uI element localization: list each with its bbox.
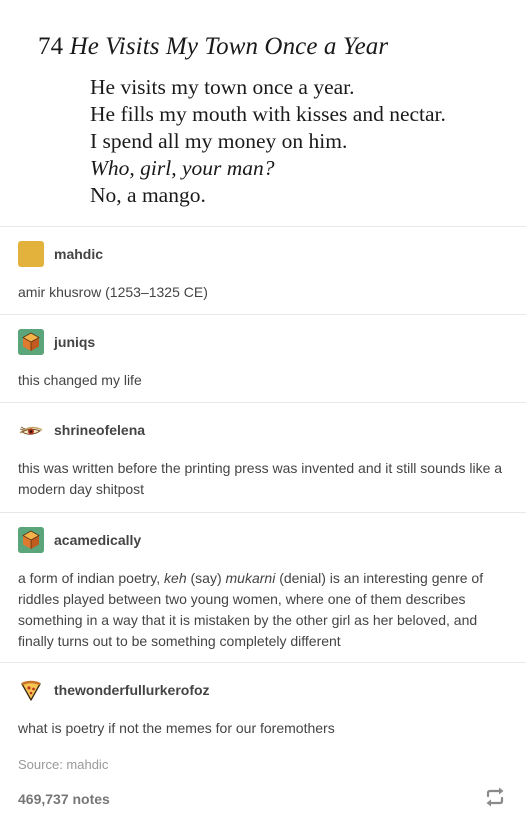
poem-title: 74 He Visits My Town Once a Year xyxy=(38,33,388,61)
reblog-text: this changed my life xyxy=(18,372,142,388)
reblog-header: shrineofelena xyxy=(18,417,145,443)
reblog-header: mahdic xyxy=(18,241,103,267)
reblog-entry: juniqs this changed my life xyxy=(0,314,526,403)
reblog-text-part: a form of indian poetry, xyxy=(18,570,165,586)
reblog-entry: thewonderfullurkerofoz what is poetry if… xyxy=(0,662,526,753)
reblog-entry: acamedically a form of indian poetry, ke… xyxy=(0,512,526,663)
reblog-header: juniqs xyxy=(18,329,95,355)
reblog-username[interactable]: acamedically xyxy=(54,532,141,548)
reblog-username[interactable]: thewonderfullurkerofoz xyxy=(54,682,210,698)
reblog-header: acamedically xyxy=(18,527,141,553)
mustard-square-avatar[interactable] xyxy=(18,241,44,267)
poem-number: 74 xyxy=(38,33,64,60)
reblog-text-mukarni: mukarni xyxy=(225,570,276,586)
eye-avatar[interactable] xyxy=(18,417,44,443)
pizza-slice-avatar[interactable] xyxy=(18,677,44,703)
reblog-text: this was written before the printing pre… xyxy=(18,460,503,497)
reblog-entry: mahdic amir khusrow (1253–1325 CE) xyxy=(0,226,526,315)
poem-line: I spend all my money on him. xyxy=(90,129,348,153)
poem-title-text: He Visits My Town Once a Year xyxy=(69,33,389,60)
cube-avatar[interactable] xyxy=(18,527,44,553)
reblog-username[interactable]: shrineofelena xyxy=(54,422,145,438)
reblog-text: a form of indian poetry, keh (say) mukar… xyxy=(18,568,508,652)
reblog-text-keh: keh xyxy=(164,570,187,586)
reblog-entry: shrineofelena this was written before th… xyxy=(0,402,526,513)
poem-line: No, a mango. xyxy=(90,183,206,207)
reblog-text: what is poetry if not the memes for our … xyxy=(18,720,335,736)
poem-line: He visits my town once a year. xyxy=(90,75,355,99)
poem-image: 74 He Visits My Town Once a Year He visi… xyxy=(0,0,526,226)
notes-count[interactable]: 469,737 notes xyxy=(18,791,110,807)
poem-line: Who, girl, your man? xyxy=(90,156,275,180)
post-source[interactable]: Source: mahdic xyxy=(18,757,108,772)
reblog-username[interactable]: mahdic xyxy=(54,246,103,262)
reblog-icon[interactable] xyxy=(484,786,506,808)
reblog-text: amir khusrow (1253–1325 CE) xyxy=(18,284,208,300)
poem-line: He fills my mouth with kisses and nectar… xyxy=(90,102,446,126)
cube-avatar[interactable] xyxy=(18,329,44,355)
reblog-username[interactable]: juniqs xyxy=(54,334,95,350)
poem-lines: He visits my town once a year. He fills … xyxy=(90,74,446,209)
reblog-header: thewonderfullurkerofoz xyxy=(18,677,210,703)
reblog-text-part: (say) xyxy=(186,570,226,586)
